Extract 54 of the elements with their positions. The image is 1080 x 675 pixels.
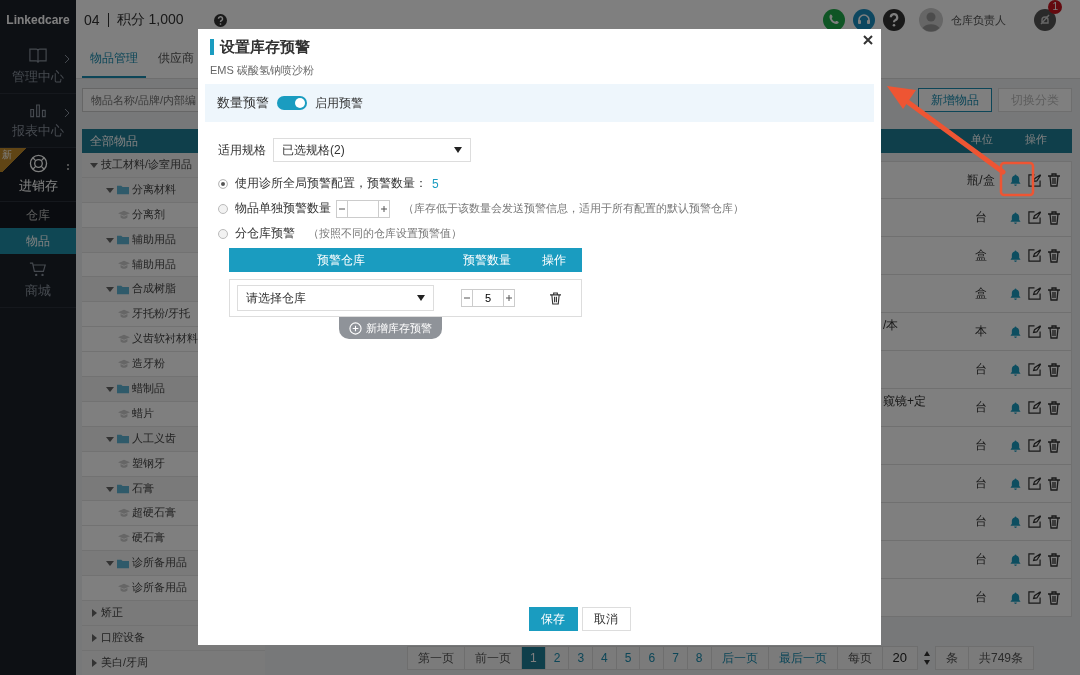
quantity-value: 5 bbox=[432, 176, 439, 191]
unit-cell: 台 bbox=[975, 514, 987, 528]
store-number: 04 bbox=[84, 12, 100, 28]
tree-label: 蜡制品 bbox=[132, 381, 165, 396]
logo: Linkedcare bbox=[0, 0, 76, 40]
unit-cell: 台 bbox=[975, 210, 987, 224]
table-cell: /本 bbox=[883, 318, 899, 332]
total-count: 共749条 bbox=[967, 646, 1034, 670]
column-header: 单位 bbox=[970, 131, 994, 147]
unit-cell: 盒 bbox=[975, 286, 987, 300]
unit-cell: 台 bbox=[975, 400, 987, 414]
per-page-label: 每页 bbox=[836, 646, 883, 670]
unit-cell: 台 bbox=[975, 362, 987, 376]
section-label: 数量预警 bbox=[217, 94, 269, 112]
unit-label: 条 bbox=[934, 646, 969, 670]
tree-label: 辅助用品 bbox=[132, 257, 176, 272]
tree-label: 塑钢牙 bbox=[132, 456, 165, 471]
column-header: 预警仓库 bbox=[316, 251, 366, 269]
unit-cell: 本 bbox=[975, 324, 987, 338]
tree-label: 辅助用品 bbox=[132, 232, 176, 247]
points-label: 积分 1,000 bbox=[116, 11, 184, 29]
tree-label: 合成树脂 bbox=[132, 282, 176, 297]
tree-label: 义齿软衬材料 bbox=[132, 332, 198, 347]
column-header: 操作 bbox=[1024, 131, 1048, 147]
unit-cell: 瓶/盒 bbox=[967, 172, 995, 187]
tree-label: 超硬石膏 bbox=[132, 506, 176, 521]
unit-cell: 台 bbox=[975, 438, 987, 452]
tree-label: 人工义齿 bbox=[132, 431, 176, 446]
dialog-title: 设置库存预警 bbox=[210, 39, 869, 55]
unit-cell: 台 bbox=[975, 590, 987, 604]
tree-label: 口腔设备 bbox=[101, 630, 145, 645]
table-cell: 窥镜+定 bbox=[883, 394, 926, 408]
unit-cell: 台 bbox=[975, 552, 987, 566]
unit-cell: 盒 bbox=[975, 248, 987, 262]
tree-label: 分离材料 bbox=[132, 182, 176, 197]
tree-label: 分离剂 bbox=[132, 207, 165, 222]
unit-cell: 台 bbox=[975, 476, 987, 490]
tree-label: 硬石膏 bbox=[132, 531, 165, 546]
tree-label: 技工材料/诊室用品 bbox=[101, 157, 192, 172]
option-note: （按照不同的仓库设置预警值） bbox=[308, 226, 462, 241]
option-note: （库存低于该数量会发送预警信息，适用于所有配置的默认预警仓库） bbox=[403, 201, 744, 216]
column-header: 预警数量 bbox=[462, 251, 512, 269]
tree-label: 蜡片 bbox=[132, 406, 154, 421]
tree-label: 牙托粉/牙托 bbox=[132, 307, 190, 322]
dialog-subtitle: EMS 碳酸氢钠喷沙粉 bbox=[210, 63, 315, 78]
tree-label: 造牙粉 bbox=[132, 357, 165, 372]
tree-label: 美白/牙周 bbox=[101, 655, 148, 670]
column-header: 操作 bbox=[541, 251, 567, 269]
notification-badge: 1 bbox=[1048, 0, 1062, 14]
tree-label: 诊所备用品 bbox=[132, 581, 187, 596]
tree-label: 诊所备用品 bbox=[132, 556, 187, 571]
toggle-label: 启用预警 bbox=[315, 95, 363, 111]
tree-label: 石膏 bbox=[132, 481, 154, 496]
tree-label: 矫正 bbox=[101, 605, 123, 620]
